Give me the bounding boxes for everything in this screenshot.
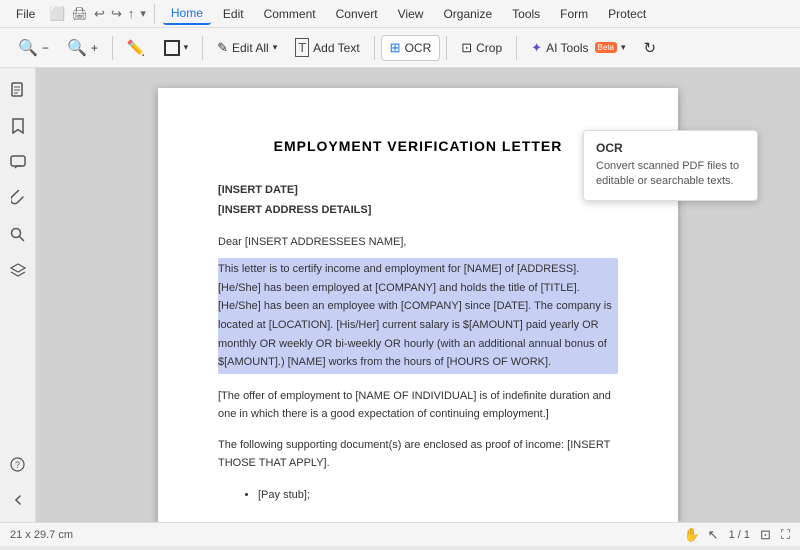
edit-all-label: Edit All — [232, 41, 269, 55]
document-title: EMPLOYMENT VERIFICATION LETTER — [218, 138, 618, 154]
print-icon[interactable]: 🖨 — [72, 6, 89, 22]
zoom-in-button[interactable]: 🔍 + — [59, 34, 106, 62]
select-button[interactable]: ▾ — [156, 36, 197, 60]
document-area: OCR Convert scanned PDF files to editabl… — [36, 68, 800, 522]
add-text-label: Add Text — [313, 41, 359, 55]
sidebar-comment-icon[interactable] — [4, 148, 32, 176]
edit-all-icon: ✎ — [217, 40, 228, 56]
separator-5 — [516, 36, 517, 60]
organize-menu-item[interactable]: Organize — [435, 4, 500, 24]
add-text-icon: T — [295, 38, 309, 57]
file-icon-group: File ⬜ 🖨 ↩ ↪ ↑ ▾ — [8, 4, 155, 24]
svg-text:?: ? — [15, 460, 20, 470]
sidebar-help-icon[interactable]: ? — [4, 450, 32, 478]
highlighted-paragraph[interactable]: This letter is to certify income and emp… — [218, 258, 618, 374]
sidebar-page-icon[interactable] — [4, 76, 32, 104]
sidebar-search-icon[interactable] — [4, 220, 32, 248]
window-icon: ⬜ — [49, 6, 65, 22]
ai-tools-dropdown-icon: ▾ — [621, 42, 626, 53]
left-sidebar: ? — [0, 68, 36, 522]
paragraph-3: The following supporting document(s) are… — [218, 437, 618, 472]
protect-menu-item[interactable]: Protect — [600, 4, 654, 24]
ocr-tooltip-description: Convert scanned PDF files to editable or… — [596, 159, 745, 190]
fit-page-icon[interactable]: ⊡ — [760, 527, 771, 543]
ocr-icon: ⊞ — [390, 40, 401, 56]
zoom-out-icon-minus: − — [42, 41, 49, 55]
crop-label: Crop — [476, 41, 502, 55]
main-layout: ? OCR Convert scanned PDF files to edita… — [0, 68, 800, 522]
separator-1 — [112, 36, 113, 60]
separator-2 — [202, 36, 203, 60]
tools-menu-item[interactable]: Tools — [504, 4, 548, 24]
status-bar: 21 x 29.7 cm ✋ ↖ 1 / 1 ⊡ ⛶ — [0, 522, 800, 546]
zoom-out-button[interactable]: 🔍 − — [10, 34, 57, 62]
zoom-in-icon: 🔍 — [67, 38, 87, 58]
sidebar-collapse-icon[interactable] — [4, 486, 32, 514]
zoom-out-icon: 🔍 — [18, 38, 38, 58]
ocr-tooltip-title: OCR — [596, 141, 745, 155]
highlight-icon: ✏️ — [127, 39, 146, 57]
ai-tools-button[interactable]: ✦ AI Tools Beta ▾ — [523, 36, 633, 60]
comment-menu-item[interactable]: Comment — [256, 4, 324, 24]
undo-icon[interactable]: ↩ — [94, 6, 105, 22]
cursor-tool-icon[interactable]: ↖ — [708, 527, 719, 543]
crop-button[interactable]: ⊡ Crop — [453, 36, 510, 60]
paragraph-2: [The offer of employment to [NAME OF IND… — [218, 388, 618, 423]
highlight-button[interactable]: ✏️ — [119, 35, 154, 61]
edit-menu-item[interactable]: Edit — [215, 4, 252, 24]
zoom-in-icon-plus: + — [91, 41, 98, 55]
ocr-label: OCR — [405, 41, 432, 55]
refresh-button[interactable]: ↻ — [636, 35, 665, 61]
ai-tools-icon: ✦ — [531, 40, 542, 56]
add-text-button[interactable]: T Add Text — [287, 34, 367, 61]
file-menu-item[interactable]: File — [8, 4, 43, 24]
redo-icon[interactable]: ↪ — [111, 6, 122, 22]
address-field: [INSERT ADDRESS DETAILS] — [218, 204, 618, 216]
menu-bar-left: File ⬜ 🖨 ↩ ↪ ↑ ▾ Home Edit Comment Conve… — [8, 3, 654, 25]
share-icon[interactable]: ↑ — [128, 6, 135, 21]
toolbar: 🔍 − 🔍 + ✏️ ▾ ✎ Edit All ▾ T Add Text ⊞ O… — [0, 28, 800, 68]
ocr-button[interactable]: ⊞ OCR — [381, 35, 441, 61]
crop-icon: ⊡ — [461, 40, 472, 56]
dimensions-label: 21 x 29.7 cm — [10, 529, 73, 541]
greeting: Dear [INSERT ADDRESSEES NAME], — [218, 236, 618, 248]
date-field: [INSERT DATE] — [218, 184, 618, 196]
home-menu-item[interactable]: Home — [163, 3, 211, 25]
refresh-icon: ↻ — [644, 39, 657, 57]
sidebar-attachment-icon[interactable] — [4, 184, 32, 212]
fullscreen-icon[interactable]: ⛶ — [781, 527, 790, 543]
edit-all-button[interactable]: ✎ Edit All ▾ — [209, 36, 285, 60]
select-icon — [164, 40, 180, 56]
separator-4 — [446, 36, 447, 60]
status-icons: ✋ ↖ — [683, 527, 718, 543]
separator-3 — [374, 36, 375, 60]
beta-badge: Beta — [595, 42, 617, 53]
bullet-item-1: [Pay stub]; — [258, 487, 618, 505]
sidebar-bookmark-icon[interactable] — [4, 112, 32, 140]
view-menu-item[interactable]: View — [390, 4, 432, 24]
convert-menu-item[interactable]: Convert — [328, 4, 386, 24]
sidebar-layers-icon[interactable] — [4, 256, 32, 284]
select-dropdown-icon: ▾ — [184, 42, 189, 53]
menu-bar: File ⬜ 🖨 ↩ ↪ ↑ ▾ Home Edit Comment Conve… — [0, 0, 800, 28]
hand-tool-icon[interactable]: ✋ — [683, 527, 699, 543]
page-info: 1 / 1 — [729, 529, 750, 541]
dropdown-icon[interactable]: ▾ — [140, 7, 146, 20]
edit-all-dropdown-icon: ▾ — [273, 42, 278, 53]
status-bar-right: ✋ ↖ 1 / 1 ⊡ ⛶ — [683, 527, 790, 543]
form-menu-item[interactable]: Form — [552, 4, 596, 24]
ai-tools-label: AI Tools — [546, 41, 588, 55]
ocr-tooltip: OCR Convert scanned PDF files to editabl… — [583, 130, 758, 201]
